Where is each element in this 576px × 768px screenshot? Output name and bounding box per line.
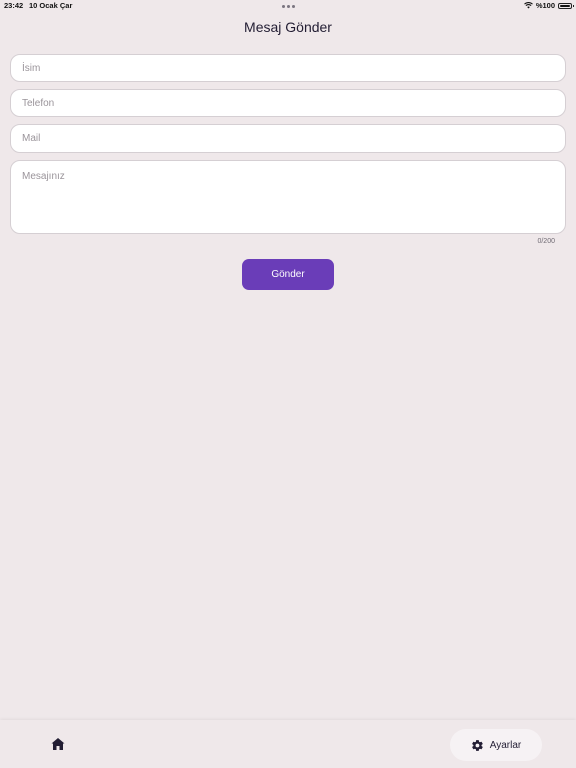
message-field[interactable]: Mesajınız (10, 160, 566, 234)
settings-tab[interactable]: Ayarlar (450, 729, 542, 761)
battery-percentage: %100 (535, 1, 555, 10)
gear-icon (471, 739, 483, 751)
name-placeholder: İsim (22, 62, 41, 74)
multitasking-dots-icon[interactable] (282, 5, 295, 8)
bottom-nav: Ayarlar (0, 720, 576, 768)
send-button-label: Gönder (271, 269, 305, 280)
wifi-icon (523, 2, 533, 9)
settings-label: Ayarlar (489, 739, 522, 751)
battery-icon (558, 2, 574, 9)
character-counter: 0/200 (537, 238, 555, 245)
status-right: %100 (523, 1, 574, 10)
page-title: Mesaj Gönder (244, 19, 332, 35)
home-icon[interactable] (50, 737, 66, 751)
phone-field[interactable]: Telefon (10, 89, 566, 117)
name-field[interactable]: İsim (10, 54, 566, 82)
mail-placeholder: Mail (22, 133, 41, 144)
status-bar: 23:42 10 Ocak Çar %100 (0, 0, 576, 12)
status-time: 23:42 (4, 1, 24, 10)
message-placeholder: Mesajınız (22, 171, 65, 182)
send-button[interactable]: Gönder (242, 259, 334, 290)
status-date: 10 Ocak Çar (29, 1, 73, 10)
phone-placeholder: Telefon (22, 97, 55, 109)
mail-field[interactable]: Mail (10, 124, 566, 153)
